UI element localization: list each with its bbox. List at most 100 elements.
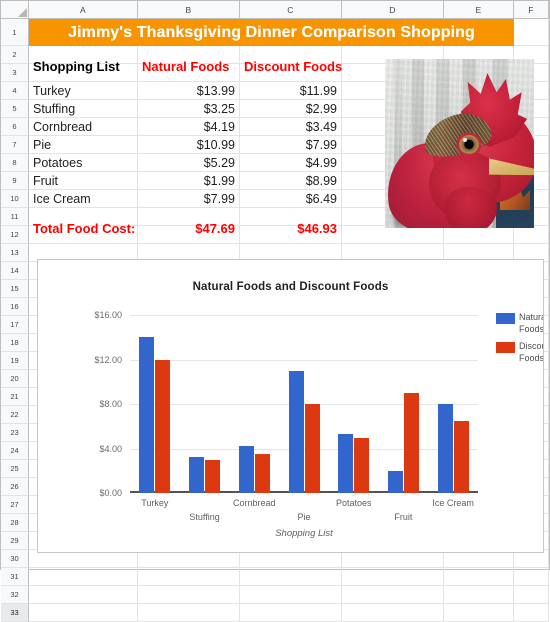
row-header-26[interactable]: 26 <box>1 478 29 496</box>
discount-foods-price[interactable]: $3.49 <box>240 118 342 136</box>
legend-item[interactable]: Natural Foods <box>496 312 543 335</box>
bar-turkey-natural[interactable] <box>139 337 155 493</box>
row-header-29[interactable]: 29 <box>1 532 29 550</box>
item-name[interactable]: Fruit <box>29 172 138 190</box>
column-label-natural-foods[interactable]: Natural Foods <box>138 57 240 75</box>
cell-C33[interactable] <box>240 604 342 622</box>
cell-F12[interactable] <box>514 226 549 244</box>
bar-chart[interactable]: Natural Foods and Discount Foods $0.00 $4… <box>37 259 544 553</box>
bar-turkey-discount[interactable] <box>155 359 171 493</box>
total-discount-foods[interactable]: $46.93 <box>240 219 342 237</box>
row-header-24[interactable]: 24 <box>1 442 29 460</box>
natural-foods-price[interactable]: $3.25 <box>138 100 240 118</box>
row-header-2[interactable]: 2 <box>1 46 29 64</box>
cell-D32[interactable] <box>342 586 444 604</box>
legend-item[interactable]: Discount Foods <box>496 341 543 364</box>
row-header-10[interactable]: 10 <box>1 190 29 208</box>
item-name[interactable]: Pie <box>29 136 138 154</box>
cell-E31[interactable] <box>444 568 514 586</box>
row-header-11[interactable]: 11 <box>1 208 29 226</box>
turkey-head-photo[interactable] <box>385 59 534 228</box>
row-header-27[interactable]: 27 <box>1 496 29 514</box>
row-header-23[interactable]: 23 <box>1 424 29 442</box>
row-header-9[interactable]: 9 <box>1 172 29 190</box>
discount-foods-price[interactable]: $4.99 <box>240 154 342 172</box>
column-header-c[interactable]: C <box>240 1 342 19</box>
discount-foods-price[interactable]: $8.99 <box>240 172 342 190</box>
row-header-3[interactable]: 3 <box>1 64 29 82</box>
bar-fruit-natural[interactable] <box>387 470 403 493</box>
row-header-30[interactable]: 30 <box>1 550 29 568</box>
bar-pie-discount[interactable] <box>304 404 320 493</box>
bar-ice-cream-natural[interactable] <box>437 404 453 493</box>
cell-F1[interactable] <box>514 19 549 46</box>
row-header-8[interactable]: 8 <box>1 154 29 172</box>
row-header-6[interactable]: 6 <box>1 118 29 136</box>
row-header-14[interactable]: 14 <box>1 262 29 280</box>
column-label-shopping-list[interactable]: Shopping List <box>29 57 138 75</box>
column-header-d[interactable]: D <box>342 1 444 19</box>
row-header-33[interactable]: 33 <box>1 604 29 622</box>
row-header-16[interactable]: 16 <box>1 298 29 316</box>
natural-foods-price[interactable]: $5.29 <box>138 154 240 172</box>
discount-foods-price[interactable]: $11.99 <box>240 82 342 100</box>
natural-foods-price[interactable]: $13.99 <box>138 82 240 100</box>
natural-foods-price[interactable]: $7.99 <box>138 190 240 208</box>
bar-potatoes-discount[interactable] <box>354 437 370 493</box>
row-header-12[interactable]: 12 <box>1 226 29 244</box>
discount-foods-price[interactable]: $6.49 <box>240 190 342 208</box>
bar-fruit-discount[interactable] <box>403 393 419 493</box>
item-name[interactable]: Ice Cream <box>29 190 138 208</box>
total-natural-foods[interactable]: $47.69 <box>138 219 240 237</box>
row-header-18[interactable]: 18 <box>1 334 29 352</box>
cell-E33[interactable] <box>444 604 514 622</box>
select-all-corner[interactable] <box>1 1 29 19</box>
bar-potatoes-natural[interactable] <box>338 434 354 493</box>
column-label-discount-foods[interactable]: Discount Foods <box>240 57 342 75</box>
cell-C32[interactable] <box>240 586 342 604</box>
row-header-22[interactable]: 22 <box>1 406 29 424</box>
natural-foods-price[interactable]: $4.19 <box>138 118 240 136</box>
row-header-25[interactable]: 25 <box>1 460 29 478</box>
row-header-4[interactable]: 4 <box>1 82 29 100</box>
cell-B31[interactable] <box>138 568 240 586</box>
row-header-28[interactable]: 28 <box>1 514 29 532</box>
cell-A31[interactable] <box>29 568 138 586</box>
cell-E32[interactable] <box>444 586 514 604</box>
item-name[interactable]: Potatoes <box>29 154 138 172</box>
row-header-32[interactable]: 32 <box>1 586 29 604</box>
cell-F32[interactable] <box>514 586 549 604</box>
row-header-21[interactable]: 21 <box>1 388 29 406</box>
cell-F31[interactable] <box>514 568 549 586</box>
row-header-7[interactable]: 7 <box>1 136 29 154</box>
cell-C31[interactable] <box>240 568 342 586</box>
item-name[interactable]: Cornbread <box>29 118 138 136</box>
bar-pie-natural[interactable] <box>288 370 304 493</box>
row-header-1[interactable]: 1 <box>1 19 29 46</box>
column-header-e[interactable]: E <box>444 1 514 19</box>
row-header-5[interactable]: 5 <box>1 100 29 118</box>
bar-stuffing-discount[interactable] <box>205 459 221 493</box>
bar-cornbread-natural[interactable] <box>238 446 254 493</box>
column-header-a[interactable]: A <box>29 1 138 19</box>
row-header-15[interactable]: 15 <box>1 280 29 298</box>
row-header-13[interactable]: 13 <box>1 244 29 262</box>
cell-F33[interactable] <box>514 604 549 622</box>
column-header-b[interactable]: B <box>138 1 240 19</box>
bar-ice-cream-discount[interactable] <box>453 420 469 493</box>
cell-B32[interactable] <box>138 586 240 604</box>
column-header-f[interactable]: F <box>514 1 549 19</box>
item-name[interactable]: Stuffing <box>29 100 138 118</box>
cell-D31[interactable] <box>342 568 444 586</box>
cell-A33[interactable] <box>29 604 138 622</box>
natural-foods-price[interactable]: $10.99 <box>138 136 240 154</box>
sheet-title-banner[interactable]: Jimmy's Thanksgiving Dinner Comparison S… <box>29 19 514 46</box>
cell-D12[interactable] <box>342 226 444 244</box>
row-header-17[interactable]: 17 <box>1 316 29 334</box>
row-header-20[interactable]: 20 <box>1 370 29 388</box>
row-header-19[interactable]: 19 <box>1 352 29 370</box>
discount-foods-price[interactable]: $2.99 <box>240 100 342 118</box>
cell-A32[interactable] <box>29 586 138 604</box>
item-name[interactable]: Turkey <box>29 82 138 100</box>
cell-D33[interactable] <box>342 604 444 622</box>
